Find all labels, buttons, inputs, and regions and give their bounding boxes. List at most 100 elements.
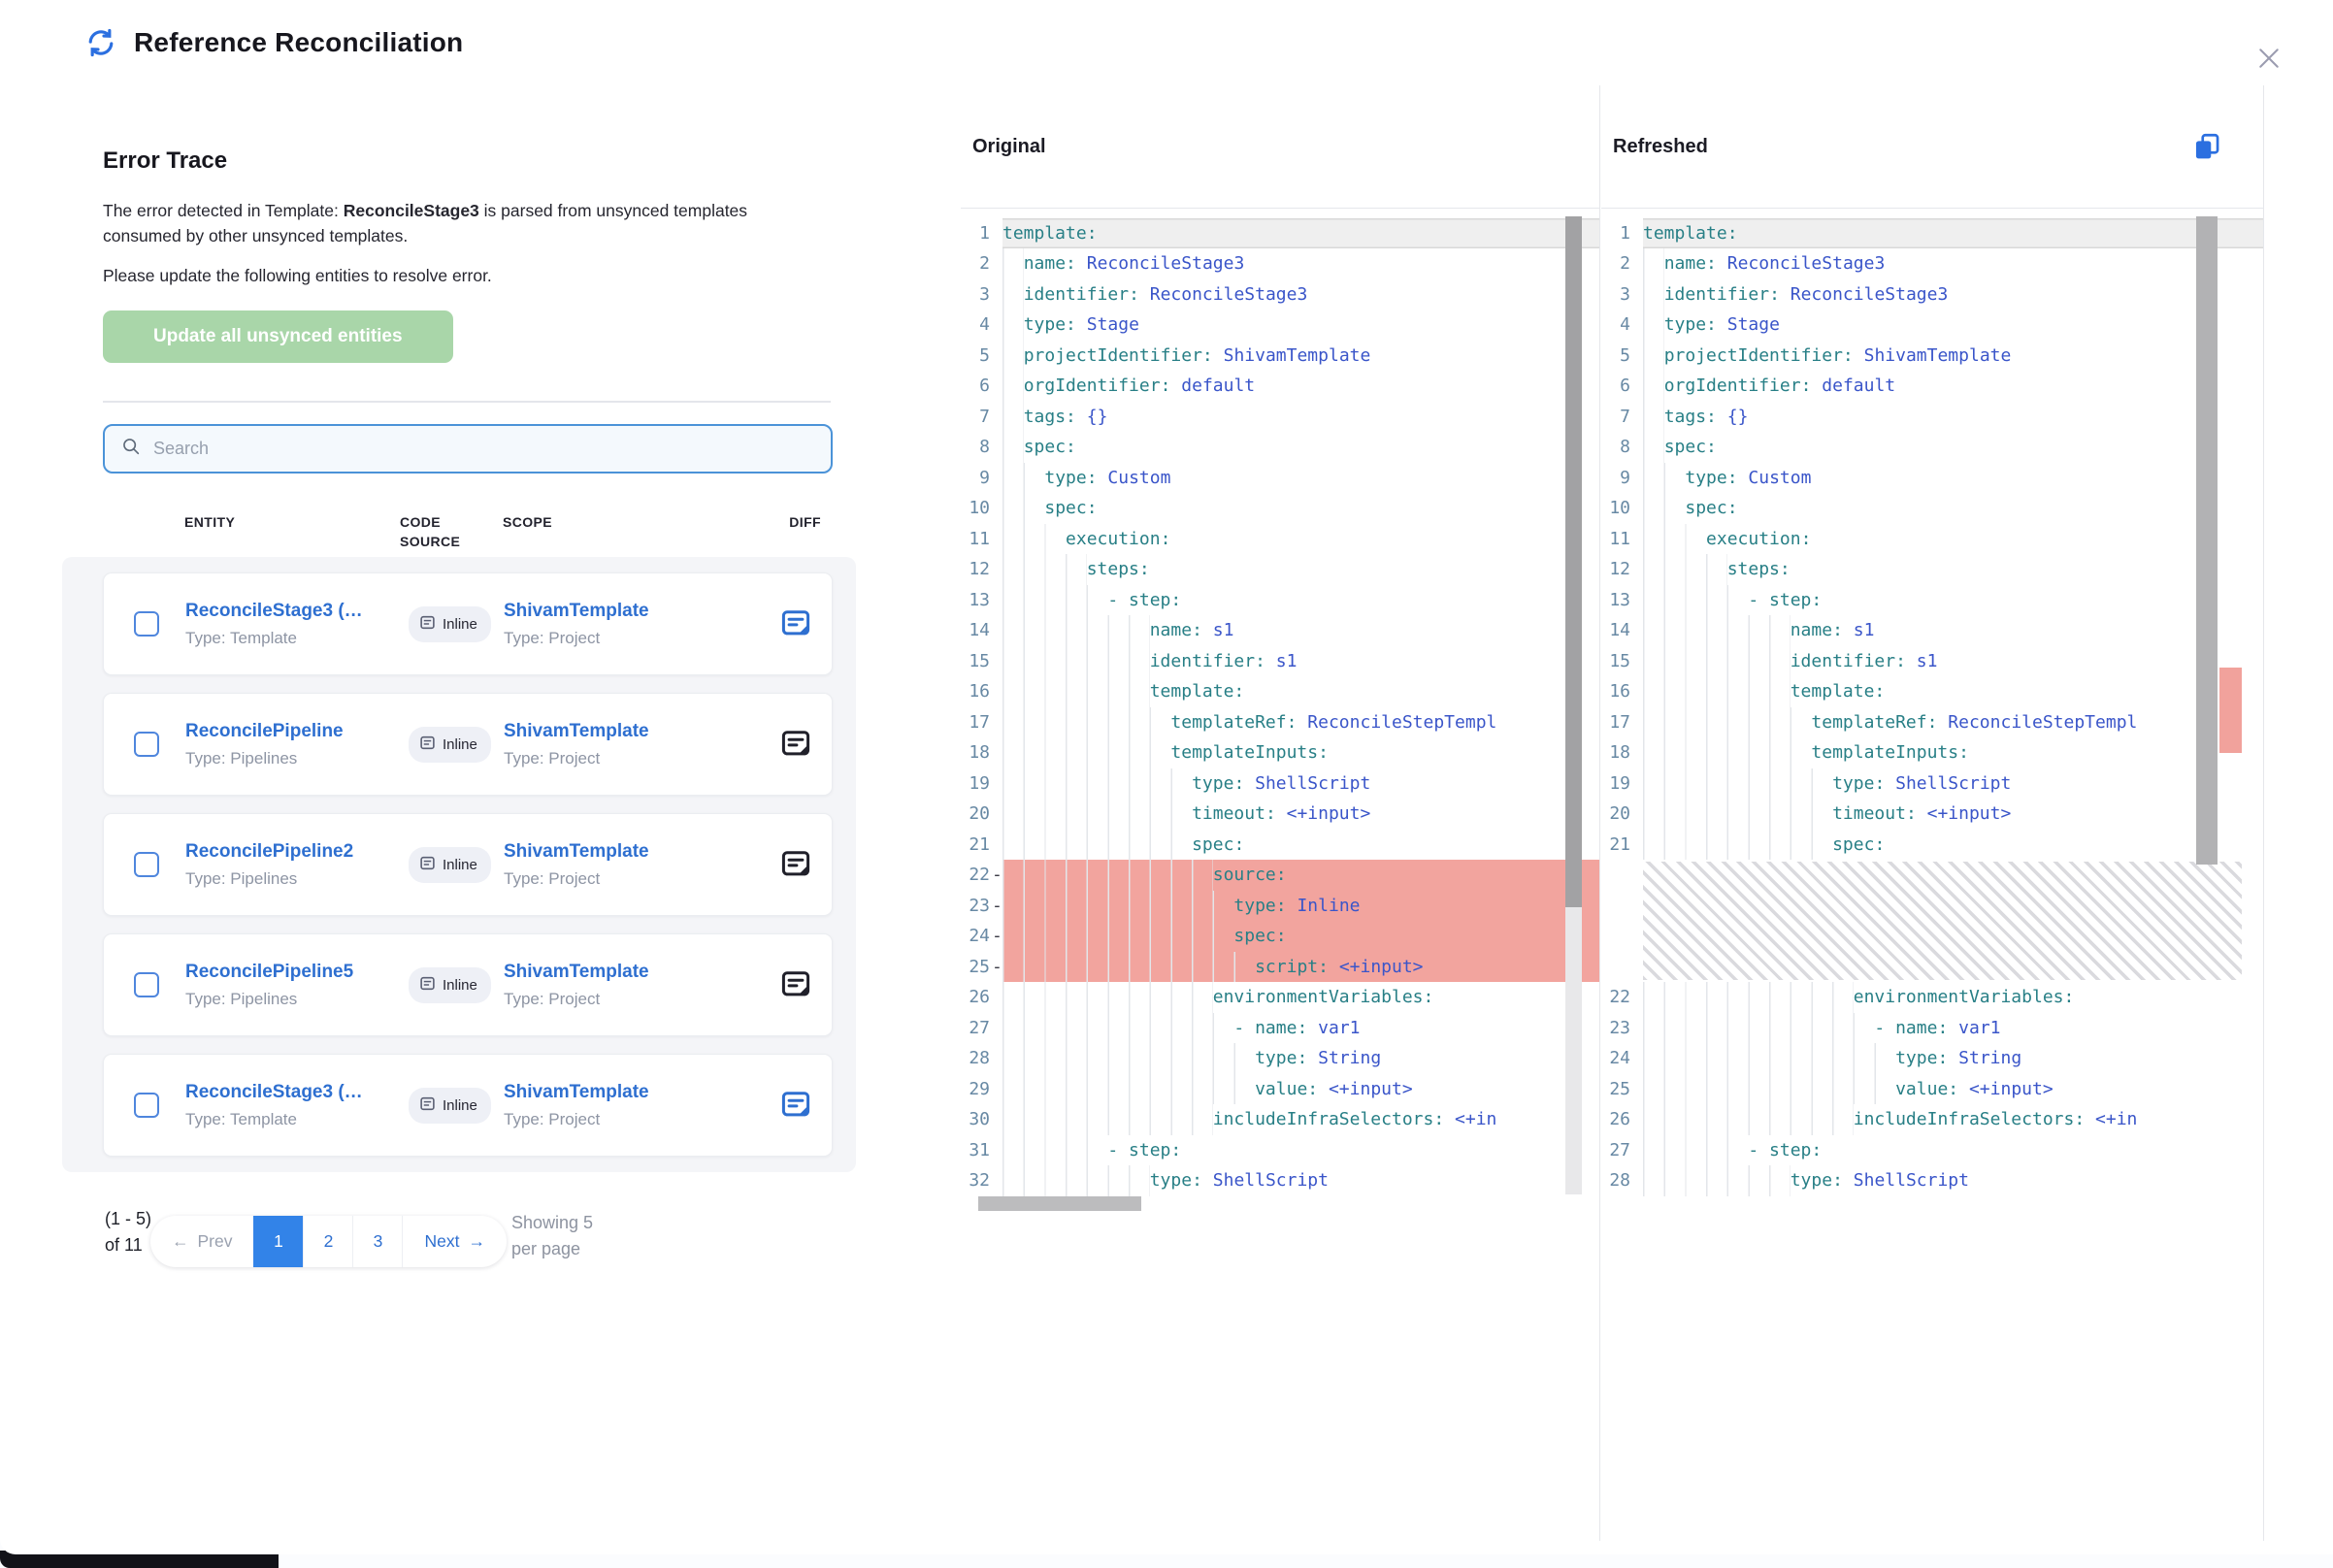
yaml-value: default — [1181, 376, 1255, 396]
yaml-key: type — [1150, 1170, 1192, 1191]
diff-icon[interactable] — [777, 846, 814, 883]
code-line: 12 steps: — [1601, 554, 2263, 585]
line-content: template: — [1643, 676, 2263, 707]
line-content: - name: var1 — [1643, 1013, 2263, 1044]
yaml-value: ReconcileStage3 — [1087, 253, 1245, 274]
entity-link[interactable]: ReconcilePipeline — [185, 721, 401, 742]
line-content: type: Custom — [1002, 463, 1599, 494]
removed-marker — [1630, 1165, 1643, 1196]
code-line: 2 name: ReconcileStage3 — [1601, 248, 2263, 279]
right-arrow-icon: → — [468, 1231, 485, 1252]
diff-icon[interactable] — [777, 605, 814, 642]
yaml-key: name — [1024, 253, 1066, 274]
removed-marker — [1630, 341, 1643, 372]
yaml-colon: : — [1255, 651, 1276, 671]
yaml-key: type — [1791, 1170, 1832, 1191]
entity-cell: ReconcileStage3 (…Type: Template — [185, 1082, 401, 1129]
page-button-2[interactable]: 2 — [303, 1216, 352, 1267]
yaml-key: template — [1791, 681, 1875, 702]
removed-marker — [1630, 1074, 1643, 1105]
scope-cell: ShivamTemplateType: Project — [504, 1082, 758, 1129]
column-code-source: CODE SOURCE — [400, 512, 470, 551]
line-content: name: ReconcileStage3 — [1643, 248, 2263, 279]
scope-link[interactable]: ShivamTemplate — [504, 721, 758, 742]
code-line: 18 templateInputs: — [1601, 737, 2263, 768]
yaml-value: {} — [1727, 407, 1749, 427]
row-checkbox[interactable] — [134, 732, 159, 757]
row-checkbox[interactable] — [134, 972, 159, 997]
update-all-button[interactable]: Update all unsynced entities — [103, 310, 453, 363]
page-button-3[interactable]: 3 — [352, 1216, 402, 1267]
row-checkbox[interactable] — [134, 1093, 159, 1118]
line-number: 14 — [1601, 615, 1630, 646]
code-line: 10 spec: — [1601, 493, 2263, 524]
scope-cell: ShivamTemplateType: Project — [504, 841, 758, 889]
pagination: ←Prev 1 2 3 Next→ — [150, 1216, 507, 1267]
code-source-badge: Inline — [409, 727, 491, 763]
horizontal-scrollbar-thumb[interactable] — [978, 1196, 1141, 1211]
code-line: 8 spec: — [961, 432, 1599, 463]
scope-link[interactable]: ShivamTemplate — [504, 841, 758, 863]
scope-link[interactable]: ShivamTemplate — [504, 601, 758, 622]
removed-marker — [1630, 982, 1643, 1013]
scope-cell: ShivamTemplateType: Project — [504, 721, 758, 768]
yaml-value: s1 — [1917, 651, 1938, 671]
line-text: type: ShellScript — [1002, 1170, 1329, 1191]
inline-icon — [419, 735, 436, 755]
close-icon[interactable] — [2250, 39, 2288, 78]
vertical-scrollbar-thumb[interactable] — [1565, 216, 1582, 907]
search-input[interactable] — [153, 439, 815, 459]
row-checkbox[interactable] — [134, 852, 159, 877]
yaml-value: ShellScript — [1854, 1170, 1969, 1191]
line-number: 18 — [1601, 737, 1630, 768]
line-number: 15 — [961, 646, 990, 677]
prev-page-button[interactable]: ←Prev — [150, 1216, 253, 1267]
entity-link[interactable]: ReconcilePipeline2 — [185, 841, 401, 863]
line-number: 28 — [1601, 1165, 1630, 1196]
diff-cell — [758, 605, 834, 642]
page-button-1[interactable]: 1 — [253, 1216, 303, 1267]
line-content: identifier: s1 — [1643, 646, 2263, 677]
code-line: 20 timeout: <+input> — [1601, 799, 2263, 830]
yaml-colon: : — [1066, 314, 1087, 335]
next-page-button[interactable]: Next→ — [402, 1216, 506, 1267]
code-source-cell: Inline — [401, 1088, 504, 1124]
line-number: 16 — [961, 676, 990, 707]
yaml-key: type — [1192, 773, 1233, 794]
yaml-colon: : — [1948, 1079, 1969, 1099]
yaml-colon: : — [1874, 773, 1895, 794]
code-source-cell: Inline — [401, 847, 504, 883]
entity-link[interactable]: ReconcileStage3 (… — [185, 601, 401, 622]
removed-marker — [1630, 707, 1643, 738]
yaml-key: steps — [1087, 559, 1139, 579]
line-number: 21 — [961, 830, 990, 861]
line-text: environmentVariables: — [1643, 987, 2074, 1007]
diff-icon[interactable] — [777, 726, 814, 763]
search-icon — [120, 436, 142, 462]
removed-marker — [990, 248, 1002, 279]
code-line: 3 identifier: ReconcileStage3 — [1601, 279, 2263, 310]
entity-link[interactable]: ReconcileStage3 (… — [185, 1082, 401, 1103]
yaml-value: Stage — [1727, 314, 1780, 335]
line-number: 17 — [961, 707, 990, 738]
line-text: includeInfraSelectors: <+in — [1002, 1109, 1496, 1129]
line-text: execution: — [1002, 529, 1170, 549]
code-line: 11 execution: — [961, 524, 1599, 555]
line-content: type: String — [1643, 1043, 2263, 1074]
copy-icon[interactable] — [2187, 127, 2226, 166]
scope-link[interactable]: ShivamTemplate — [504, 1082, 758, 1103]
code-source-badge: Inline — [409, 967, 491, 1003]
yaml-colon: : — [1087, 468, 1108, 488]
code-line: 20 timeout: <+input> — [961, 799, 1599, 830]
scope-link[interactable]: ShivamTemplate — [504, 962, 758, 983]
diff-icon[interactable] — [777, 966, 814, 1003]
diff-icon[interactable] — [777, 1087, 814, 1124]
code-line: 31 - step: — [961, 1135, 1599, 1166]
removed-marker — [1630, 1104, 1643, 1135]
yaml-key: projectIdentifier — [1024, 345, 1202, 366]
entity-link[interactable]: ReconcilePipeline5 — [185, 962, 401, 983]
yaml-value: ShellScript — [1895, 773, 2011, 794]
row-checkbox[interactable] — [134, 611, 159, 637]
line-number: 32 — [961, 1165, 990, 1196]
vertical-scrollbar-thumb[interactable] — [2196, 216, 2218, 865]
